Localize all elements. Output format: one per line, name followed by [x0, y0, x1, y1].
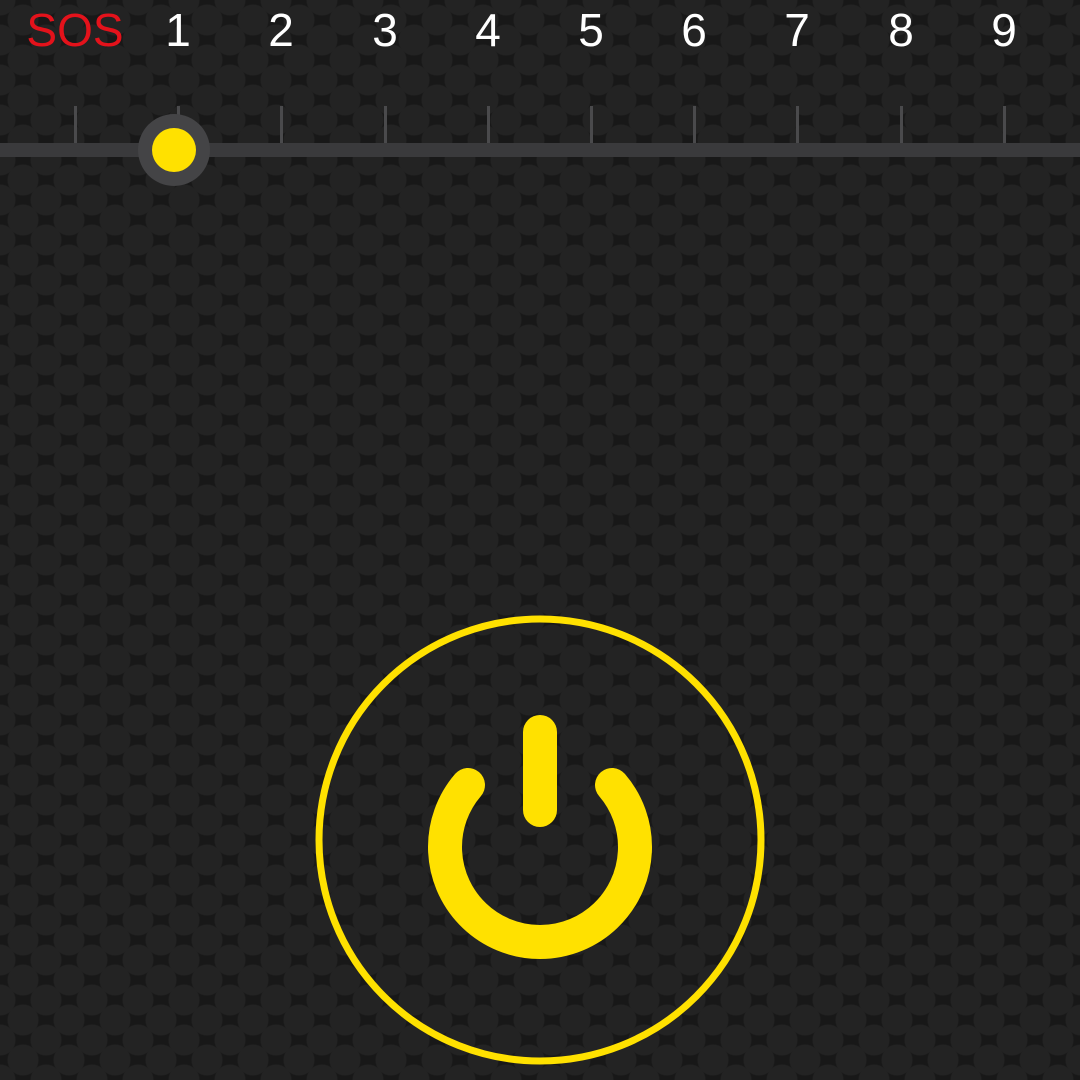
scale-label-7[interactable]: 7 — [784, 2, 810, 58]
power-icon — [315, 615, 765, 1065]
scale-label-9[interactable]: 9 — [991, 2, 1017, 58]
slider-tick-2 — [280, 106, 283, 146]
slider-tick-7 — [796, 106, 799, 146]
scale-label-4[interactable]: 4 — [475, 2, 501, 58]
scale-label-2[interactable]: 2 — [268, 2, 294, 58]
power-button-ring — [315, 615, 765, 1065]
scale-label-6[interactable]: 6 — [681, 2, 707, 58]
slider-tick-5 — [590, 106, 593, 146]
strobe-slider[interactable] — [0, 100, 1080, 190]
scale-label-8[interactable]: 8 — [888, 2, 914, 58]
scale-label-3[interactable]: 3 — [372, 2, 398, 58]
slider-tick-sos — [74, 106, 77, 146]
strobe-scale-labels: SOS 1 2 3 4 5 6 7 8 9 — [0, 0, 1080, 70]
power-button[interactable] — [315, 615, 765, 1065]
slider-tick-3 — [384, 106, 387, 146]
slider-tick-9 — [1003, 106, 1006, 146]
scale-label-sos[interactable]: SOS — [26, 2, 123, 58]
slider-tick-6 — [693, 106, 696, 146]
scale-label-1[interactable]: 1 — [165, 2, 191, 58]
slider-thumb-dot — [152, 128, 196, 172]
slider-thumb[interactable] — [138, 114, 210, 186]
flashlight-screen: SOS 1 2 3 4 5 6 7 8 9 — [0, 0, 1080, 1080]
slider-tick-4 — [487, 106, 490, 146]
slider-tick-8 — [900, 106, 903, 146]
scale-label-5[interactable]: 5 — [578, 2, 604, 58]
